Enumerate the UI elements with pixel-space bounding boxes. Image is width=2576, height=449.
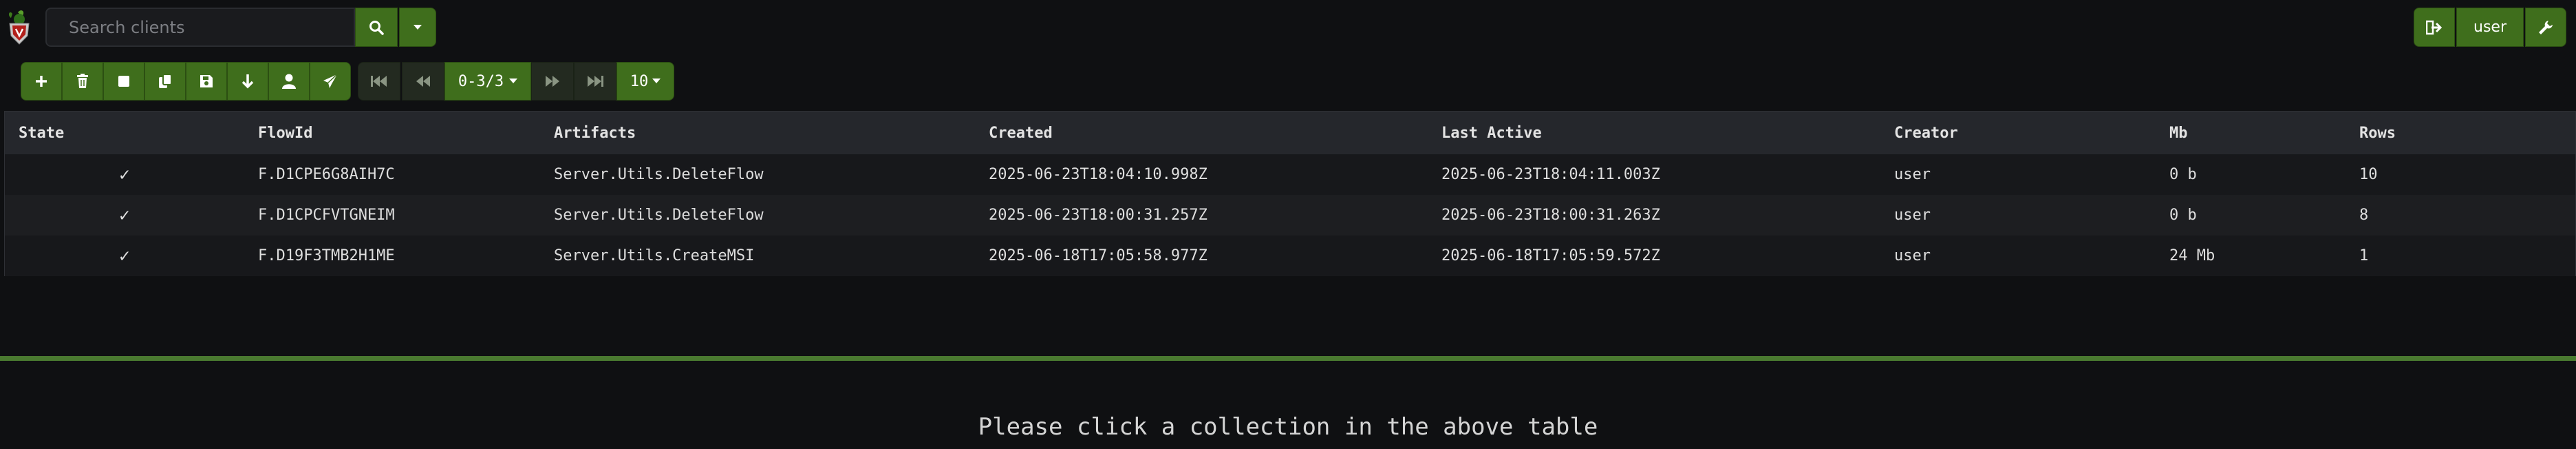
next-page-icon — [546, 76, 559, 87]
search-box — [45, 8, 355, 47]
last-active-cell: 2025-06-23T18:00:31.263Z — [1428, 195, 1880, 236]
user-menu-button[interactable]: user — [2456, 8, 2524, 47]
prev-page-icon — [416, 76, 430, 87]
download-icon — [242, 74, 254, 89]
page-range-dropdown[interactable]: 0-3/3 — [444, 62, 531, 101]
column-header-creator[interactable]: Creator — [1880, 112, 2156, 154]
artifacts-cell: Server.Utils.DeleteFlow — [540, 154, 975, 195]
flowid-cell[interactable]: F.D1CPCFVTGNEIM — [244, 195, 540, 236]
column-header-artifacts[interactable]: Artifacts — [540, 112, 975, 154]
mb-cell: 0 b — [2156, 154, 2346, 195]
app-logo[interactable] — [6, 8, 34, 45]
page-size-dropdown[interactable]: 10 — [616, 62, 674, 101]
column-header-flowid[interactable]: FlowId — [244, 112, 540, 154]
rows-cell: 1 — [2346, 236, 2575, 276]
flows-table-container: State FlowId Artifacts Created Last Acti… — [4, 111, 2576, 276]
delete-collection-button[interactable] — [62, 62, 103, 101]
state-cell: ✓ — [5, 195, 244, 236]
rows-cell: 10 — [2346, 154, 2575, 195]
creator-cell: user — [1880, 195, 2156, 236]
chevron-down-icon — [509, 79, 518, 83]
copy-icon — [159, 74, 172, 88]
user-icon — [282, 74, 296, 89]
created-cell: 2025-06-23T18:04:10.998Z — [975, 154, 1428, 195]
new-collection-button[interactable] — [21, 62, 62, 101]
creator-cell: user — [1880, 236, 2156, 276]
table-row[interactable]: ✓ F.D1CPCFVTGNEIM Server.Utils.DeleteFlo… — [5, 195, 2575, 236]
first-page-icon — [371, 76, 387, 87]
column-header-state[interactable]: State — [5, 112, 244, 154]
cancel-collection-button[interactable] — [103, 62, 144, 101]
search-icon — [369, 20, 384, 35]
table-header-row: State FlowId Artifacts Created Last Acti… — [5, 112, 2575, 154]
last-active-cell: 2025-06-23T18:04:11.003Z — [1428, 154, 1880, 195]
column-header-mb[interactable]: Mb — [2156, 112, 2346, 154]
save-collection-button[interactable] — [186, 62, 227, 101]
send-icon — [323, 74, 338, 88]
save-icon — [200, 75, 213, 87]
split-pane-divider[interactable] — [0, 356, 2576, 361]
rows-cell: 8 — [2346, 195, 2575, 236]
next-page-button[interactable] — [531, 62, 574, 101]
sign-out-icon — [2426, 20, 2443, 34]
send-to-server-button[interactable] — [310, 62, 351, 101]
checkmark-icon: ✓ — [119, 245, 130, 267]
created-cell: 2025-06-18T17:05:58.977Z — [975, 236, 1428, 276]
search-options-dropdown[interactable] — [399, 8, 436, 47]
search-input[interactable] — [67, 17, 354, 38]
copy-collection-button[interactable] — [144, 62, 186, 101]
table-row[interactable]: ✓ F.D1CPE6G8AIH7C Server.Utils.DeleteFlo… — [5, 154, 2575, 195]
flowid-cell[interactable]: F.D1CPE6G8AIH7C — [244, 154, 540, 195]
last-active-cell: 2025-06-18T17:05:59.572Z — [1428, 236, 1880, 276]
table-row[interactable]: ✓ F.D19F3TMB2H1ME Server.Utils.CreateMSI… — [5, 236, 2575, 276]
plus-icon — [36, 76, 47, 87]
state-cell: ✓ — [5, 236, 244, 276]
flows-table: State FlowId Artifacts Created Last Acti… — [5, 112, 2575, 276]
flowid-cell[interactable]: F.D19F3TMB2H1ME — [244, 236, 540, 276]
hunt-user-button[interactable] — [268, 62, 310, 101]
state-cell: ✓ — [5, 154, 244, 195]
checkmark-icon: ✓ — [119, 205, 130, 226]
stop-icon — [118, 76, 129, 87]
column-header-last-active[interactable]: Last Active — [1428, 112, 1880, 154]
prev-page-button[interactable] — [402, 62, 444, 101]
last-page-icon — [588, 76, 603, 87]
chevron-down-icon — [652, 79, 661, 83]
page-range-label: 0-3/3 — [458, 72, 504, 90]
mb-cell: 0 b — [2156, 195, 2346, 236]
page-size-label: 10 — [630, 72, 649, 90]
search-button[interactable] — [355, 8, 398, 47]
column-header-rows[interactable]: Rows — [2346, 112, 2575, 154]
logout-button[interactable] — [2414, 8, 2455, 47]
wrench-icon — [2539, 20, 2553, 34]
download-results-button[interactable] — [227, 62, 268, 101]
chevron-down-icon — [414, 24, 422, 30]
mb-cell: 24 Mb — [2156, 236, 2346, 276]
detail-placeholder-message: Please click a collection in the above t… — [978, 413, 1598, 441]
created-cell: 2025-06-23T18:00:31.257Z — [975, 195, 1428, 236]
column-header-created[interactable]: Created — [975, 112, 1428, 154]
trash-icon — [77, 74, 88, 88]
settings-button[interactable] — [2525, 8, 2566, 47]
creator-cell: user — [1880, 154, 2156, 195]
artifacts-cell: Server.Utils.DeleteFlow — [540, 195, 975, 236]
user-label: user — [2473, 19, 2507, 36]
checkmark-icon: ✓ — [119, 164, 130, 185]
first-page-button[interactable] — [358, 62, 400, 101]
last-page-button[interactable] — [574, 62, 616, 101]
artifacts-cell: Server.Utils.CreateMSI — [540, 236, 975, 276]
